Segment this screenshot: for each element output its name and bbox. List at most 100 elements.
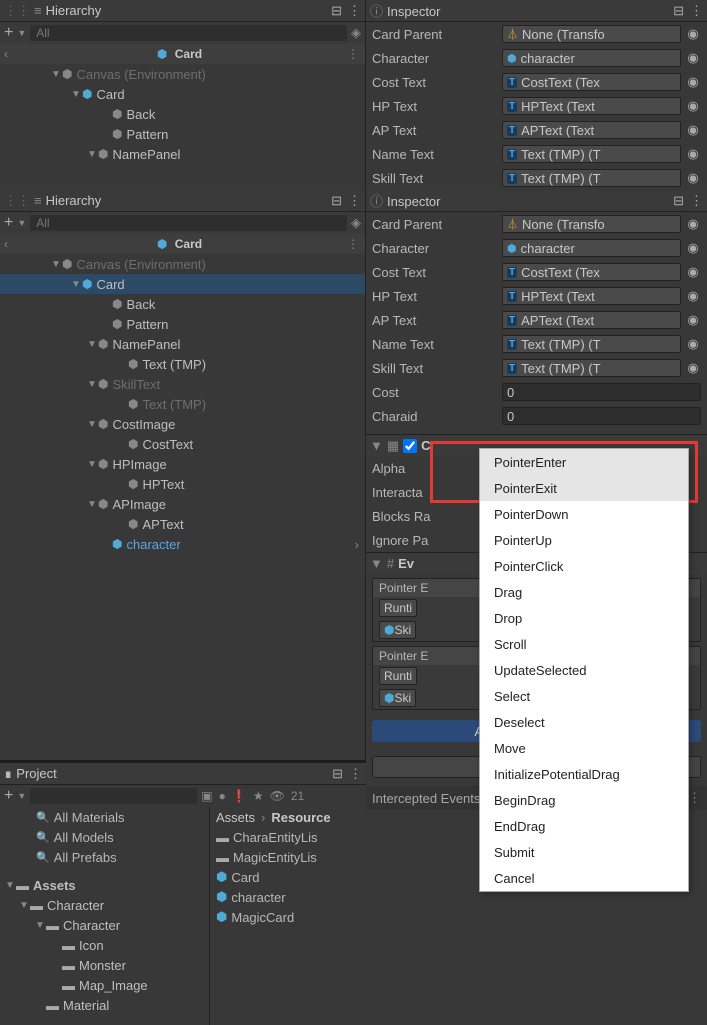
- tree-item[interactable]: ▼⬢APImage: [0, 494, 365, 514]
- tree-item[interactable]: ▼⬢Canvas (Environment): [0, 64, 365, 84]
- hierarchy1-menu-icon[interactable]: ⋮: [348, 3, 361, 19]
- tree-item[interactable]: ▼⬢NamePanel: [0, 334, 365, 354]
- tree-item[interactable]: ⬢Pattern: [0, 124, 365, 144]
- folder-item[interactable]: ▬Material: [0, 995, 209, 1015]
- tag-icon[interactable]: ●: [219, 789, 226, 803]
- chevron-icon[interactable]: ▼: [86, 149, 98, 160]
- object-picker-icon[interactable]: ◉: [685, 312, 701, 328]
- folder-item[interactable]: ▼▬Character: [0, 895, 209, 915]
- object-picker-icon[interactable]: ◉: [685, 146, 701, 162]
- tree-item[interactable]: ⬢character›: [0, 534, 365, 554]
- chevron-icon[interactable]: ▼: [86, 499, 98, 510]
- project-add-icon[interactable]: +: [4, 787, 13, 805]
- object-field[interactable]: TText (TMP) (T: [502, 169, 681, 187]
- bookmark-item[interactable]: 🔍All Models: [0, 827, 209, 847]
- hierarchy1-search-scope-icon[interactable]: ◈: [351, 25, 361, 41]
- object-picker-icon[interactable]: ◉: [685, 50, 701, 66]
- tree-item[interactable]: ⬢Back: [0, 104, 365, 124]
- chevron-icon[interactable]: ▼: [86, 419, 98, 430]
- object-field[interactable]: TText (TMP) (T: [502, 335, 681, 353]
- number-field[interactable]: 0: [502, 383, 701, 401]
- hierarchy1-crumb-menu-icon[interactable]: ⋮: [347, 47, 365, 61]
- chevron-icon[interactable]: ▼: [86, 339, 98, 350]
- chevron-icon[interactable]: ▼: [70, 89, 82, 100]
- hierarchy1-crumb[interactable]: ‹ ⬢ Card ⋮: [0, 44, 365, 64]
- object-picker-icon[interactable]: ◉: [685, 288, 701, 304]
- asset-item[interactable]: ▬CharaEntityLis: [210, 827, 366, 847]
- object-field[interactable]: TAPText (Text: [502, 311, 681, 329]
- object-picker-icon[interactable]: ◉: [685, 216, 701, 232]
- hierarchy2-crumb-menu-icon[interactable]: ⋮: [347, 237, 365, 251]
- tree-item[interactable]: ⬢Text (TMP): [0, 394, 365, 414]
- chevron-icon[interactable]: ▼: [34, 920, 46, 931]
- object-picker-icon[interactable]: ◉: [685, 170, 701, 186]
- dropdown-item[interactable]: PointerClick: [480, 553, 688, 579]
- hierarchy1-search-input[interactable]: [30, 25, 347, 41]
- project-lock-icon[interactable]: ⊟: [332, 766, 343, 782]
- object-picker-icon[interactable]: ◉: [685, 264, 701, 280]
- runtime-dropdown[interactable]: Runti: [379, 667, 417, 685]
- object-field[interactable]: ⏃None (Transfo: [502, 25, 681, 43]
- object-field[interactable]: ⬢character: [502, 239, 681, 257]
- chevron-icon[interactable]: ▼: [70, 279, 82, 290]
- number-field[interactable]: 0: [502, 407, 701, 425]
- object-field[interactable]: TText (TMP) (T: [502, 145, 681, 163]
- dropdown-item[interactable]: Cancel: [480, 865, 688, 891]
- hierarchy2-add-chevron-icon[interactable]: ▼: [17, 218, 26, 228]
- folder-item[interactable]: ▬Monster: [0, 955, 209, 975]
- dropdown-item[interactable]: Deselect: [480, 709, 688, 735]
- breadcrumb-assets[interactable]: Assets: [216, 810, 255, 825]
- dropdown-item[interactable]: UpdateSelected: [480, 657, 688, 683]
- hidden-count-icon[interactable]: 👁: [270, 789, 285, 803]
- dropdown-item[interactable]: InitializePotentialDrag: [480, 761, 688, 787]
- object-field[interactable]: TCostText (Tex: [502, 73, 681, 91]
- bookmark-item[interactable]: 🔍All Prefabs: [0, 847, 209, 867]
- folder-item[interactable]: ▼▬Character: [0, 915, 209, 935]
- tree-item[interactable]: ⬢HPText: [0, 474, 365, 494]
- dropdown-item[interactable]: PointerDown: [480, 501, 688, 527]
- component-c-enable-checkbox[interactable]: [403, 439, 417, 453]
- tree-item[interactable]: ▼⬢SkillText: [0, 374, 365, 394]
- runtime-dropdown[interactable]: Runti: [379, 599, 417, 617]
- hierarchy1-add-chevron-icon[interactable]: ▼: [17, 28, 26, 38]
- hierarchy2-search-input[interactable]: [30, 215, 347, 231]
- object-field[interactable]: TText (TMP) (T: [502, 359, 681, 377]
- tree-item[interactable]: ⬢Pattern: [0, 314, 365, 334]
- bookmark-item[interactable]: 🔍All Materials: [0, 807, 209, 827]
- project-search-input[interactable]: [30, 788, 197, 804]
- event-target-field[interactable]: ⬢Ski: [379, 689, 416, 707]
- project-menu-icon[interactable]: ⋮: [349, 766, 362, 782]
- search-scope-icon[interactable]: ▣: [201, 789, 212, 803]
- inspector1-menu-icon[interactable]: ⋮: [690, 3, 703, 19]
- object-picker-icon[interactable]: ◉: [685, 98, 701, 114]
- tree-item[interactable]: ▼⬢HPImage: [0, 454, 365, 474]
- assets-breadcrumb[interactable]: Assets › Resource: [210, 807, 366, 827]
- tree-item[interactable]: ⬢APText: [0, 514, 365, 534]
- object-picker-icon[interactable]: ◉: [685, 122, 701, 138]
- dropdown-item[interactable]: EndDrag: [480, 813, 688, 839]
- chevron-icon[interactable]: ▼: [86, 459, 98, 470]
- tree-item[interactable]: ⬢CostText: [0, 434, 365, 454]
- tree-item[interactable]: ⬢Back: [0, 294, 365, 314]
- event-target-field[interactable]: ⬢Ski: [379, 621, 416, 639]
- object-field[interactable]: THPText (Text: [502, 287, 681, 305]
- hierarchy2-menu-icon[interactable]: ⋮: [348, 193, 361, 209]
- warn-icon[interactable]: ❗: [232, 789, 247, 803]
- dropdown-item[interactable]: Scroll: [480, 631, 688, 657]
- dropdown-item[interactable]: PointerEnter: [480, 449, 688, 475]
- chevron-icon[interactable]: ▼: [50, 259, 62, 270]
- dropdown-item[interactable]: PointerExit: [480, 475, 688, 501]
- folder-item[interactable]: ▬Icon: [0, 935, 209, 955]
- hierarchy2-search-scope-icon[interactable]: ◈: [351, 215, 361, 231]
- object-picker-icon[interactable]: ◉: [685, 26, 701, 42]
- inspector2-lock-icon[interactable]: ⊟: [673, 193, 684, 209]
- object-field[interactable]: TAPText (Text: [502, 121, 681, 139]
- chevron-icon[interactable]: ▼: [50, 69, 62, 80]
- object-field[interactable]: THPText (Text: [502, 97, 681, 115]
- object-field[interactable]: ⏃None (Transfo: [502, 215, 681, 233]
- tree-item[interactable]: ▼⬢NamePanel: [0, 144, 365, 164]
- hierarchy2-lock-icon[interactable]: ⊟: [331, 193, 342, 209]
- asset-item[interactable]: ▬MagicEntityLis: [210, 847, 366, 867]
- intercepted-menu-icon[interactable]: ⋮: [688, 790, 701, 806]
- star-icon[interactable]: ★: [253, 789, 264, 803]
